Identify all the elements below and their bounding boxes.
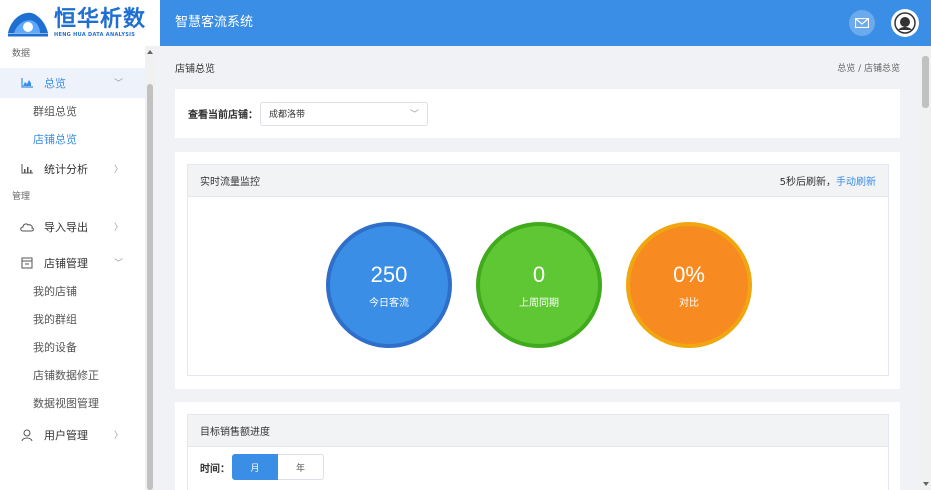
- sidebar-scrollbar-thumb[interactable]: [147, 84, 153, 490]
- realtime-title: 实时流量监控: [200, 177, 260, 188]
- sidebar-subitem-store-data-correction[interactable]: 店铺数据修正: [0, 362, 145, 390]
- sidebar-scrollbar[interactable]: [145, 46, 155, 490]
- app-title: 智慧客流系统: [175, 15, 254, 30]
- sidebar-item-label: 用户管理: [44, 429, 88, 442]
- store-select-value: 成都洛带: [269, 110, 306, 120]
- stat-value: 250: [370, 261, 408, 287]
- stat-value: 0: [532, 261, 546, 287]
- sidebar-subitem-my-stores[interactable]: 我的店铺: [0, 278, 145, 306]
- scroll-up-arrow-icon[interactable]: [147, 50, 153, 54]
- logo-mark-icon: [6, 5, 50, 41]
- stat-caption: 对比: [679, 297, 699, 309]
- main-scrollbar-thumb[interactable]: [922, 56, 929, 108]
- stat-value: 0%: [673, 261, 705, 287]
- sidebar-group-data: 数据: [12, 49, 31, 59]
- page-title: 店铺总览: [175, 63, 215, 75]
- realtime-card: 实时流量监控 5秒后刷新，手动刷新 250 今日客流 0 上周同期 0% 对比: [175, 152, 900, 389]
- logo[interactable]: 恒华析数 HENG HUA DATA ANALYSIS: [0, 0, 160, 46]
- year-button[interactable]: 年: [278, 454, 324, 480]
- time-toggle: 月 年: [232, 454, 324, 480]
- main-scrollbar[interactable]: [920, 46, 931, 490]
- store-select-label: 查看当前店铺：: [188, 110, 258, 121]
- sidebar-item-statistics[interactable]: 统计分析 〉: [0, 154, 145, 184]
- breadcrumb: 店铺总览 总览 / 店铺总览: [155, 46, 920, 88]
- sidebar-subitem-group-overview[interactable]: 群组总览: [0, 98, 145, 126]
- stat-caption: 今日客流: [369, 297, 409, 309]
- mail-icon[interactable]: [849, 10, 875, 36]
- sidebar: 数据 总览 ﹀ 群组总览 店铺总览 统计分析 〉 管理 导入导出 〉 店铺管理 …: [0, 46, 145, 490]
- logo-subtext: HENG HUA DATA ANALYSIS: [54, 32, 136, 38]
- sidebar-item-user-management[interactable]: 用户管理 〉: [0, 420, 145, 450]
- chevron-down-icon: ﹀: [409, 110, 419, 120]
- time-label: 时间：: [200, 463, 230, 475]
- sidebar-item-label: 店铺管理: [44, 257, 88, 270]
- time-toggle-row: 时间： 月 年: [188, 447, 888, 487]
- chevron-right-icon: 〉: [113, 431, 123, 441]
- sidebar-subitem-my-devices[interactable]: 我的设备: [0, 334, 145, 362]
- sidebar-item-import-export[interactable]: 导入导出 〉: [0, 212, 145, 242]
- manual-refresh-link[interactable]: 手动刷新: [836, 177, 876, 188]
- top-bar: 恒华析数 HENG HUA DATA ANALYSIS 智慧客流系统: [0, 0, 931, 46]
- main-content: 店铺总览 总览 / 店铺总览 查看当前店铺： 成都洛带 ﹀ 实时流量监控 5秒后…: [155, 46, 920, 490]
- stat-last-week-circle: 0 上周同期: [476, 222, 602, 348]
- stat-today-circle: 250 今日客流: [326, 222, 452, 348]
- sidebar-item-label: 统计分析: [44, 163, 88, 176]
- refresh-countdown: 5秒后刷新，: [779, 177, 836, 188]
- sidebar-item-label: 总览: [44, 77, 66, 90]
- scroll-down-arrow-icon[interactable]: [923, 482, 929, 486]
- store-icon: [20, 256, 34, 270]
- sidebar-group-manage: 管理: [12, 192, 31, 202]
- chart-area-icon: [20, 76, 34, 90]
- stat-compare-circle: 0% 对比: [626, 222, 752, 348]
- sidebar-subitem-data-view-management[interactable]: 数据视图管理: [0, 390, 145, 418]
- store-select-card: 查看当前店铺： 成都洛带 ﹀: [175, 89, 900, 138]
- sidebar-subitem-store-overview[interactable]: 店铺总览: [0, 126, 145, 154]
- chevron-right-icon: 〉: [113, 165, 123, 175]
- chevron-down-icon: ﹀: [113, 259, 123, 269]
- breadcrumb-path[interactable]: 总览 / 店铺总览: [837, 61, 900, 74]
- stat-caption: 上周同期: [519, 297, 559, 309]
- target-card: 目标销售额进度 时间： 月 年: [175, 402, 900, 490]
- sidebar-item-store-management[interactable]: 店铺管理 ﹀: [0, 248, 145, 278]
- realtime-panel-header: 实时流量监控 5秒后刷新，手动刷新: [188, 165, 888, 197]
- stat-circles: 250 今日客流 0 上周同期 0% 对比: [188, 197, 888, 375]
- bar-chart-icon: [20, 162, 34, 176]
- target-panel: 目标销售额进度 时间： 月 年: [187, 414, 889, 490]
- cloud-icon: [20, 220, 34, 234]
- sidebar-item-label: 导入导出: [44, 221, 88, 234]
- user-icon: [20, 428, 34, 442]
- logo-text: 恒华析数: [54, 7, 147, 32]
- chevron-right-icon: 〉: [113, 223, 123, 233]
- target-title: 目标销售额进度: [200, 427, 270, 438]
- avatar-icon[interactable]: [891, 9, 919, 37]
- store-select[interactable]: 成都洛带 ﹀: [260, 101, 428, 126]
- month-button[interactable]: 月: [232, 454, 278, 480]
- realtime-panel: 实时流量监控 5秒后刷新，手动刷新 250 今日客流 0 上周同期 0% 对比: [187, 164, 889, 376]
- target-panel-header: 目标销售额进度: [188, 415, 888, 447]
- chevron-down-icon: ﹀: [113, 79, 123, 89]
- sidebar-item-overview[interactable]: 总览 ﹀: [0, 68, 145, 98]
- sidebar-subitem-my-groups[interactable]: 我的群组: [0, 306, 145, 334]
